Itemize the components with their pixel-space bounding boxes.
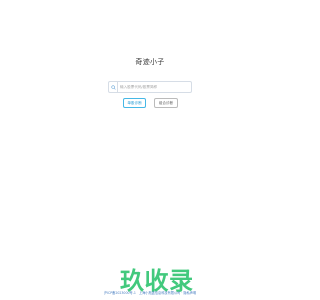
single-stock-diagnose-button[interactable]: 单股诊断 [123, 98, 146, 108]
search-box[interactable] [108, 81, 192, 93]
search-input[interactable] [120, 82, 190, 92]
portfolio-diagnose-button[interactable]: 组合诊断 [154, 98, 178, 108]
footer-company-text[interactable]: 上海小瓶盖信息科技有限公司 · 隐私声明 [139, 291, 196, 295]
site-title: 奇迹小子 [135, 58, 165, 66]
page: 奇迹小子 单股诊断 组合诊断 玖收录 沪ICP备2023000号-1 上海小瓶盖… [0, 0, 300, 300]
search-icon[interactable] [109, 82, 118, 92]
footer: 沪ICP备2023000号-1 上海小瓶盖信息科技有限公司 · 隐私声明 [0, 290, 300, 295]
footer-icp-link[interactable]: 沪ICP备2023000号-1 [104, 291, 136, 295]
